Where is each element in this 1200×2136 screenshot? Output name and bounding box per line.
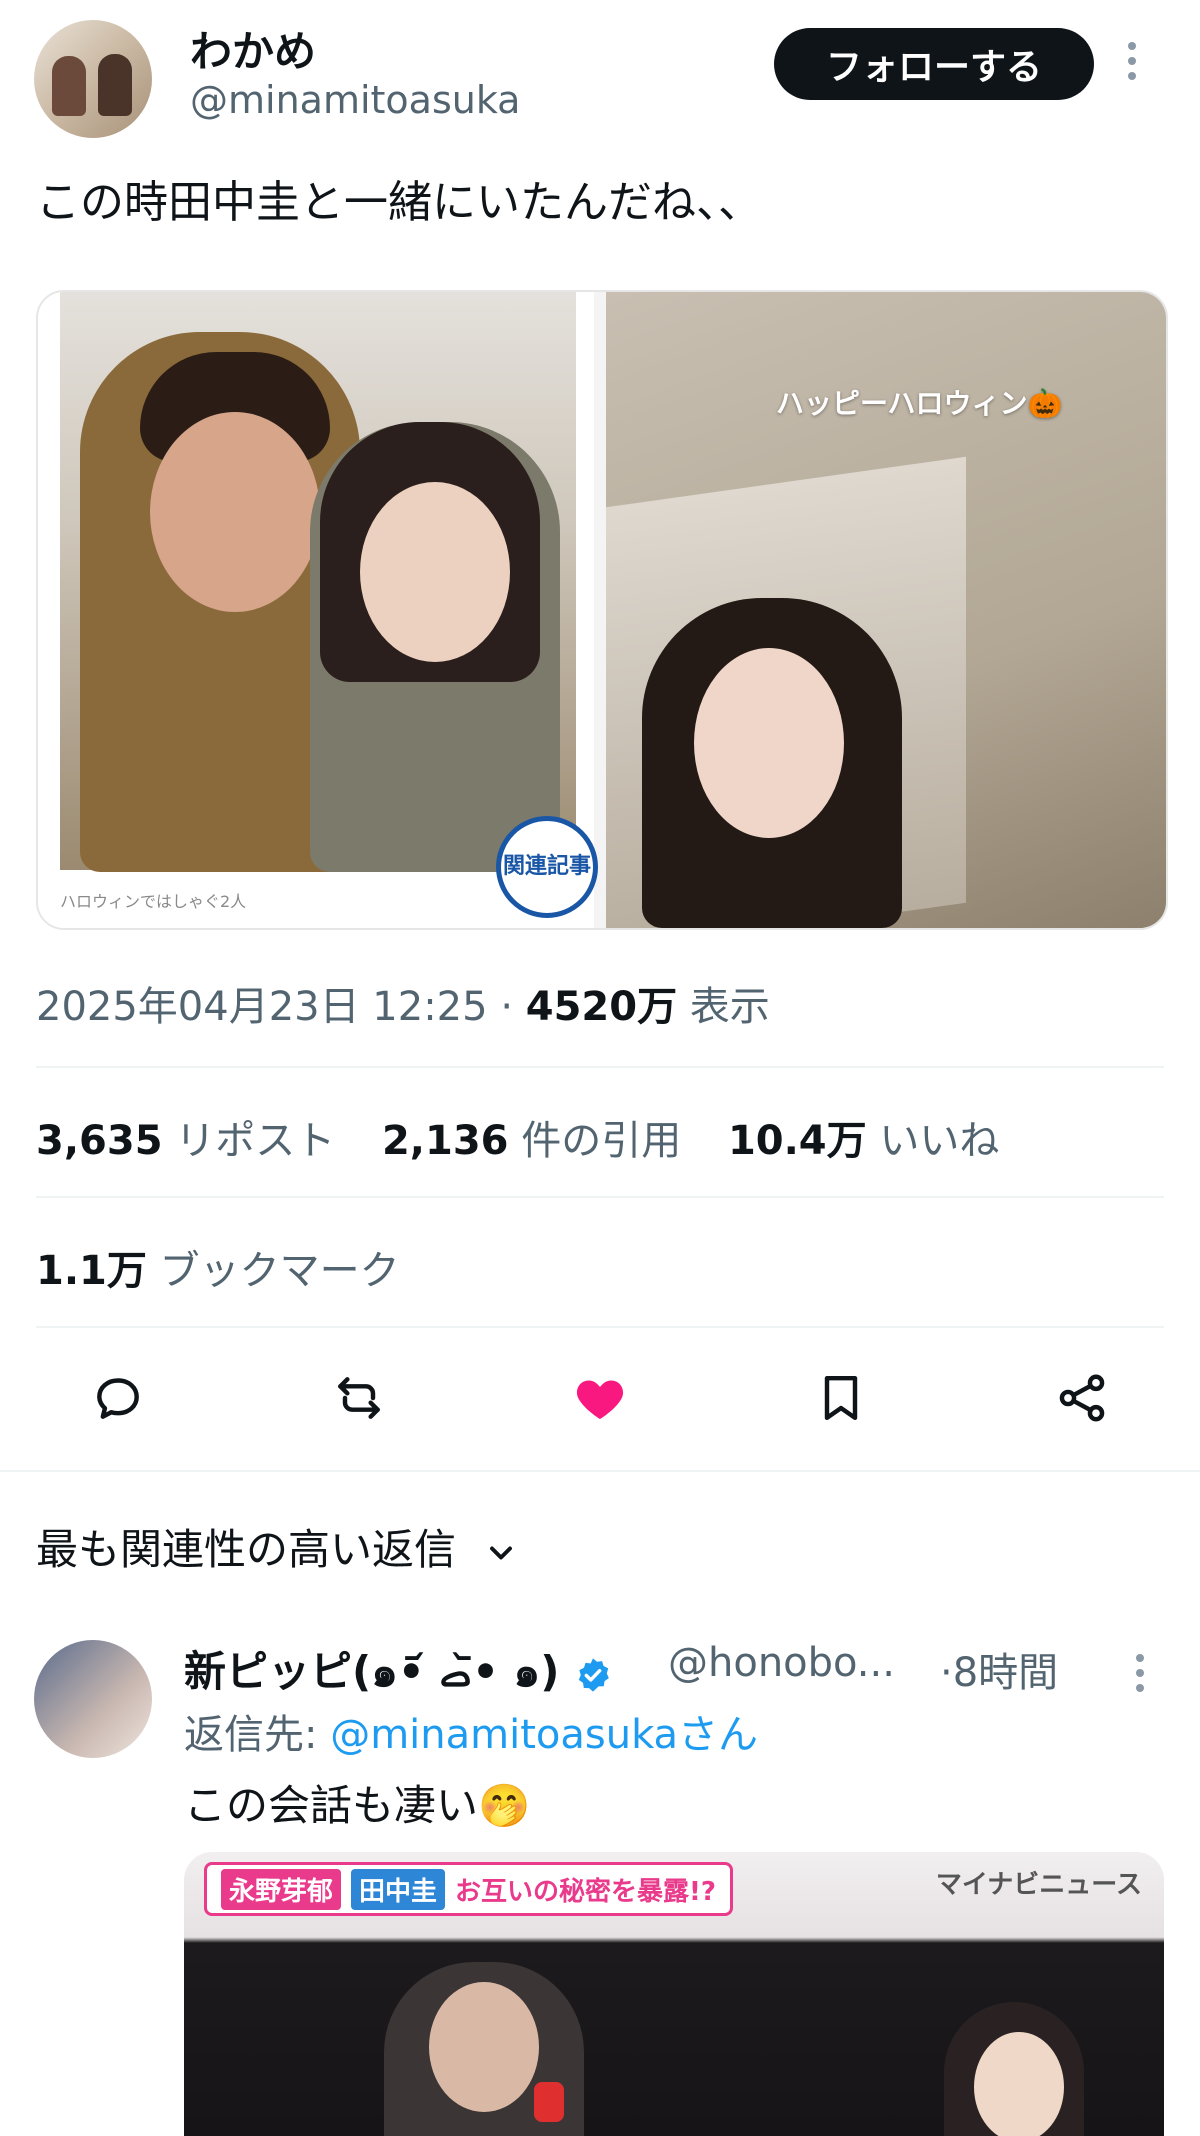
tweet-meta: 2025年04月23日 12:25 · 4520万 表示 — [36, 974, 770, 1032]
verified-badge-icon — [578, 1657, 609, 1692]
reply-author-handle[interactable]: @honobo... — [668, 1640, 895, 1686]
avatar-figure — [98, 54, 132, 116]
share-button[interactable] — [1040, 1356, 1124, 1440]
replies-sort-selector[interactable]: 最も関連性の高い返信 — [36, 1516, 519, 1577]
heart-filled-icon — [576, 1380, 624, 1419]
engagement-stats: 3,635 リポスト 2,136 件の引用 10.4万 いいね — [36, 1108, 999, 1166]
repost-icon — [338, 1377, 380, 1419]
author-display-name[interactable]: わかめ — [190, 18, 316, 79]
author-handle[interactable]: @minamitoasuka — [190, 78, 520, 122]
photo-caption: ハロウィンではしゃぐ2人 — [60, 892, 247, 911]
likes-stat[interactable]: 10.4万 いいね — [728, 1118, 999, 1164]
chevron-down-icon — [490, 1546, 513, 1559]
reply-author-name[interactable]: 新ピッピ(๑•᷄ ࡇ•᷅ ๑) — [184, 1638, 612, 1705]
section-divider — [0, 1470, 1200, 1472]
reply-to-link[interactable]: @minamitoasukaさん — [330, 1712, 758, 1758]
meta-separator: · — [500, 984, 514, 1030]
avatar-figure — [52, 56, 86, 116]
media-image-right[interactable]: ハッピーハロウィン🎃 — [606, 292, 1166, 928]
media-brand-logo: マイナビニュース — [935, 1870, 1142, 1900]
video-title-banner: 永野芽郁 田中圭 お互いの秘密を暴露!? — [204, 1862, 733, 1916]
tweet-media[interactable]: ハロウィンではしゃぐ2人 関連記事 ハッピーハロウィン🎃 — [36, 290, 1168, 930]
tweet-text: この時田中圭と一緒にいたんだね、、 — [36, 177, 762, 228]
quotes-stat[interactable]: 2,136 件の引用 — [382, 1118, 681, 1164]
related-article-badge: 関連記事 — [496, 816, 598, 918]
share-icon — [1059, 1374, 1105, 1422]
banner-name-tag: 永野芽郁 — [221, 1868, 342, 1910]
reply-button[interactable] — [76, 1356, 160, 1440]
more-options-icon[interactable] — [1128, 42, 1138, 87]
divider — [36, 1196, 1164, 1198]
action-bar — [36, 1356, 1164, 1440]
reply-text: この会話も凄い🤭 — [184, 1781, 531, 1830]
divider — [36, 1066, 1164, 1068]
reply-media-image[interactable]: 永野芽郁 田中圭 お互いの秘密を暴露!? マイナビニュース — [184, 1852, 1164, 2136]
reposts-stat[interactable]: 3,635 リポスト — [36, 1118, 335, 1164]
reply-more-options-icon[interactable] — [1136, 1654, 1144, 1699]
banner-name-tag: 田中圭 — [351, 1868, 446, 1910]
replies-sort-label: 最も関連性の高い返信 — [36, 1525, 457, 1574]
stage-person — [384, 1962, 584, 2136]
photo-person — [310, 422, 560, 872]
repost-button[interactable] — [317, 1356, 401, 1440]
like-button[interactable] — [558, 1356, 642, 1440]
reply-icon — [97, 1378, 139, 1419]
photo-left — [60, 292, 576, 872]
story-overlay-text: ハッピーハロウィン🎃 — [776, 387, 1063, 420]
timestamp[interactable]: 2025年04月23日 12:25 — [36, 984, 488, 1030]
follow-button[interactable]: フォローする — [774, 28, 1094, 100]
reply-to-line: 返信先: @minamitoasukaさん — [184, 1702, 758, 1760]
views-count: 4520万 — [525, 984, 678, 1030]
bookmarks-stat[interactable]: 1.1万 ブックマーク — [36, 1238, 400, 1296]
reply-to-prefix: 返信先: — [184, 1712, 318, 1758]
media-image-left[interactable]: ハロウィンではしゃぐ2人 関連記事 — [38, 292, 598, 928]
banner-headline: お互いの秘密を暴露!? — [455, 1876, 716, 1907]
reply-author-avatar[interactable] — [34, 1640, 152, 1758]
bookmark-icon — [824, 1375, 858, 1421]
stage-person — [944, 2002, 1084, 2136]
bookmark-button[interactable] — [799, 1356, 883, 1440]
divider — [36, 1326, 1164, 1328]
author-avatar[interactable] — [34, 20, 152, 138]
reply-time[interactable]: ·8時間 — [940, 1640, 1058, 1698]
views-label: 表示 — [689, 984, 770, 1030]
